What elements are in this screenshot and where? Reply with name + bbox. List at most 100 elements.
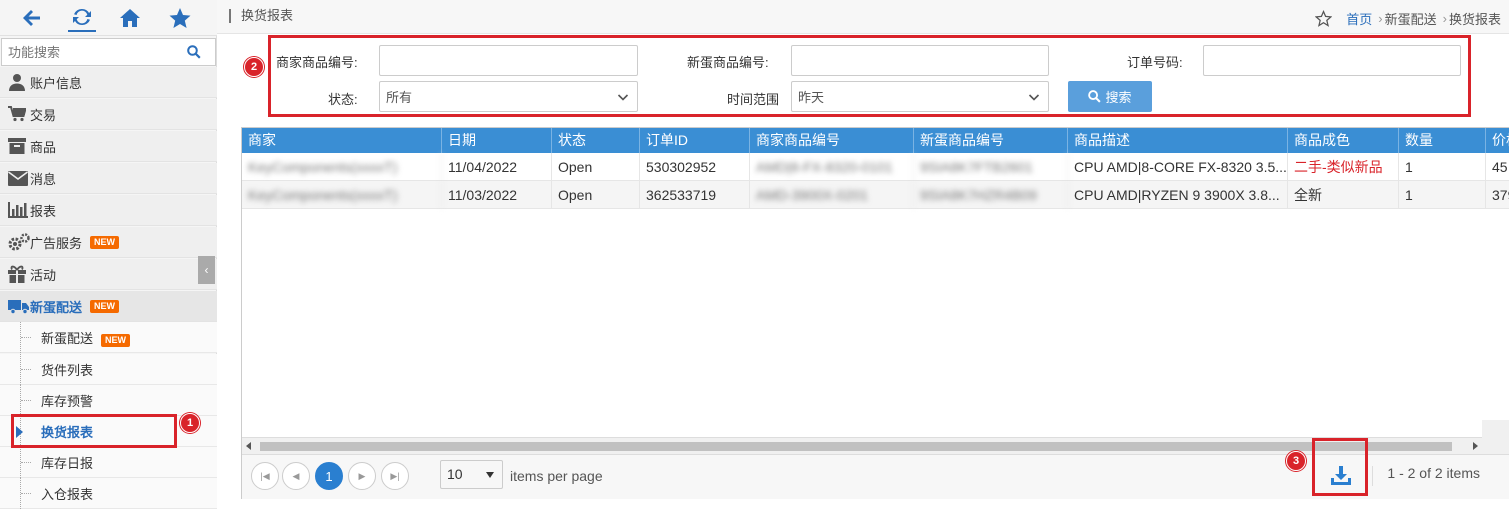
submenu-item-inbound-report[interactable]: 入仓报表 <box>0 478 217 509</box>
items-per-page-label: items per page <box>510 468 603 484</box>
sidebar-collapse-button[interactable]: ‹ <box>198 256 215 284</box>
newegg-sku-input[interactable] <box>791 45 1049 76</box>
time-range-select[interactable]: 昨天 <box>791 81 1049 112</box>
pager: |◀ ◀ 1 ▶ ▶| 10 items per page 1 - 2 of 2… <box>242 454 1509 499</box>
submenu-item-shipment-list[interactable]: 货件列表 <box>0 354 217 385</box>
exchange-report-grid: 商家 日期 状态 订单ID 商家商品编号 新蛋商品编号 商品描述 商品成色 数量… <box>241 127 1509 499</box>
active-arrow-icon <box>16 426 23 438</box>
chevron-down-icon <box>1028 91 1040 106</box>
gift-icon <box>0 265 30 283</box>
order-no-input[interactable] <box>1203 45 1461 76</box>
menu-item-newegg-delivery[interactable]: 新蛋配送 NEW <box>0 291 217 322</box>
breadcrumb-separator-icon: › <box>1442 11 1447 26</box>
new-badge: NEW <box>90 299 120 313</box>
cell-newegg-sku: 9SIA8K7HZR4B09 <box>914 181 1068 209</box>
item-count-label: 1 - 2 of 2 items <box>1372 466 1480 486</box>
page-header: 换货报表 首页 › 新蛋配送 › 换货报表 <box>217 0 1509 34</box>
merchant-sku-input[interactable] <box>379 45 638 76</box>
menu-item-ads[interactable]: 广告服务 NEW <box>0 227 217 258</box>
breadcrumb-item[interactable]: 新蛋配送 <box>1385 9 1437 28</box>
column-header[interactable]: 数量 <box>1399 128 1486 153</box>
cell-quantity: 1 <box>1399 181 1486 209</box>
page-size-select[interactable]: 10 <box>440 460 503 489</box>
menu-item-account[interactable]: 账户信息 <box>0 67 217 98</box>
next-page-icon: ▶ <box>358 470 366 481</box>
submenu-label: 换货报表 <box>41 424 94 440</box>
submenu-label: 货件列表 <box>41 362 94 378</box>
column-header[interactable]: 商品描述 <box>1068 128 1288 153</box>
menu-label: 消息 <box>30 171 57 187</box>
submenu-label: 新蛋配送 <box>41 330 94 346</box>
cell-merchant: KeyComponents(xxxxT) <box>242 181 442 209</box>
menu-item-products[interactable]: 商品 <box>0 131 217 162</box>
status-label: 状态: <box>328 92 358 107</box>
cell-date: 11/04/2022 <box>442 153 552 181</box>
page-number-button[interactable]: 1 <box>315 462 343 490</box>
column-header[interactable]: 订单ID <box>640 128 750 153</box>
column-header[interactable]: 商家 <box>242 128 442 153</box>
cell-price: 379 <box>1492 187 1509 203</box>
cart-icon <box>0 106 30 122</box>
search-button[interactable]: 搜索 <box>1068 81 1152 112</box>
back-arrow-icon[interactable] <box>18 4 46 32</box>
column-header[interactable]: 商家商品编号 <box>750 128 914 153</box>
download-button[interactable] <box>1326 461 1356 491</box>
vertical-scrollbar[interactable] <box>1482 420 1509 454</box>
menu-label: 新蛋配送 <box>30 299 83 315</box>
star-icon[interactable] <box>166 4 194 32</box>
download-icon <box>1330 466 1352 486</box>
cell-condition: 二手-类似新品 <box>1288 153 1399 181</box>
favorite-star-icon[interactable] <box>1315 10 1333 27</box>
scroll-left-arrow-icon[interactable] <box>246 442 251 450</box>
annotation-marker-1: 1 <box>180 413 200 433</box>
breadcrumb-separator-icon: › <box>1378 11 1383 26</box>
last-page-button[interactable]: ▶| <box>381 462 409 490</box>
cell-price: 45 <box>1492 159 1508 175</box>
refresh-icon[interactable] <box>68 4 96 32</box>
new-badge: NEW <box>90 235 120 249</box>
search-icon[interactable] <box>187 45 201 62</box>
first-page-icon: |◀ <box>260 470 270 481</box>
menu-item-reports[interactable]: 报表 <box>0 195 217 226</box>
menu-item-messages[interactable]: 消息 <box>0 163 217 194</box>
cell-status: Open <box>552 153 640 181</box>
column-header[interactable]: 状态 <box>552 128 640 153</box>
time-range-label: 时间范围 <box>727 92 780 107</box>
column-header[interactable]: 价格 <box>1486 128 1509 153</box>
breadcrumb-home-link[interactable]: 首页 <box>1346 9 1372 28</box>
newegg-sku-label: 新蛋商品编号: <box>687 55 769 70</box>
table-row[interactable]: KeyComponents(xxxxT) 11/03/2022 Open 362… <box>242 181 1509 209</box>
menu-item-trade[interactable]: 交易 <box>0 99 217 130</box>
status-select[interactable]: 所有 <box>379 81 638 112</box>
menu-item-events[interactable]: 活动 <box>0 259 217 290</box>
submenu-item-inventory-alert[interactable]: 库存预警 <box>0 385 217 416</box>
cell-quantity: 1 <box>1399 153 1486 181</box>
column-header[interactable]: 商品成色 <box>1288 128 1399 153</box>
table-row[interactable]: KeyComponents(xxxxT) 11/04/2022 Open 530… <box>242 153 1509 181</box>
time-range-select-value: 昨天 <box>798 90 825 105</box>
sidebar-toolbar <box>0 0 217 36</box>
annotation-marker-2: 2 <box>244 57 264 77</box>
prev-page-button[interactable]: ◀ <box>282 462 310 490</box>
function-search[interactable] <box>1 38 216 66</box>
cell-date: 11/03/2022 <box>442 181 552 209</box>
user-icon <box>0 73 30 91</box>
home-icon[interactable] <box>116 4 144 32</box>
page-title: 换货报表 <box>229 9 293 23</box>
first-page-button[interactable]: |◀ <box>251 462 279 490</box>
page-size-value: 10 <box>447 466 463 482</box>
scroll-thumb[interactable] <box>260 442 1452 451</box>
gears-icon <box>0 233 30 251</box>
scroll-right-arrow-icon[interactable] <box>1473 442 1478 450</box>
column-header[interactable]: 日期 <box>442 128 552 153</box>
function-search-input[interactable] <box>2 39 182 65</box>
submenu-item-inventory-daily[interactable]: 库存日报 <box>0 447 217 478</box>
submenu-item-newegg-delivery[interactable]: 新蛋配送 NEW <box>0 322 217 353</box>
submenu-label: 库存预警 <box>41 393 94 409</box>
menu-label: 报表 <box>30 203 57 219</box>
cell-merchant-sku: AMD|8-FX-8320-0101 <box>750 153 914 181</box>
column-header[interactable]: 新蛋商品编号 <box>914 128 1068 153</box>
next-page-button[interactable]: ▶ <box>348 462 376 490</box>
menu-label: 广告服务 <box>30 235 83 251</box>
order-no-label: 订单号码: <box>1127 55 1183 70</box>
